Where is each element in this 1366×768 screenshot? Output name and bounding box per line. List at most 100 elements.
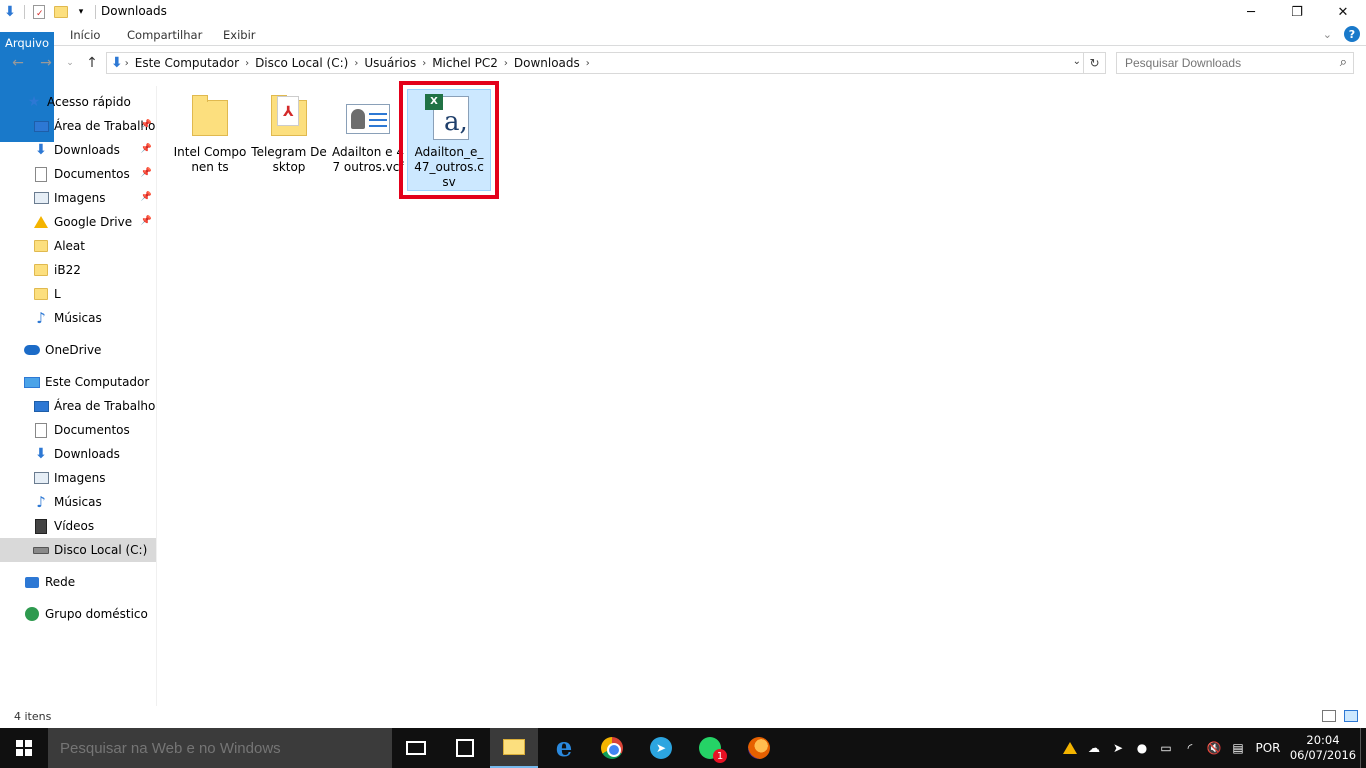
pin-icon[interactable]: 📌 xyxy=(141,192,152,202)
forward-button[interactable]: → xyxy=(38,55,54,71)
edge-icon: e xyxy=(555,733,573,763)
nav-item-rede[interactable]: Rede xyxy=(0,570,156,594)
taskbar-file-explorer[interactable] xyxy=(490,728,538,768)
battery-icon[interactable]: ▭ xyxy=(1154,728,1178,768)
help-icon[interactable]: ? xyxy=(1344,26,1360,42)
taskbar-edge[interactable]: e xyxy=(540,728,588,768)
tab-inicio[interactable]: Início xyxy=(70,24,100,46)
quick-access-toolbar: ⬇ ✓ ▾ xyxy=(0,0,102,24)
details-view-icon[interactable] xyxy=(1322,710,1336,722)
pin-icon[interactable]: 📌 xyxy=(141,120,152,130)
nav-item-pc-imagens[interactable]: Imagens xyxy=(0,466,156,490)
breadcrumb-michel-pc2[interactable]: Michel PC2 xyxy=(428,56,502,70)
taskbar-firefox[interactable] xyxy=(735,728,783,768)
file-item-folder[interactable]: ⅄ Telegram Desktop xyxy=(251,86,327,196)
ribbon-right-controls: ⌄ ? xyxy=(1323,26,1360,42)
nav-item-este-computador[interactable]: Este Computador xyxy=(0,370,156,394)
nav-item-downloads[interactable]: ⬇ Downloads 📌 xyxy=(0,138,156,162)
nav-item-google-drive[interactable]: Google Drive 📌 xyxy=(0,210,156,234)
breadcrumb-este-computador[interactable]: Este Computador xyxy=(131,56,243,70)
address-bar[interactable]: ⬇ › Este Computador › Disco Local (C:) ›… xyxy=(106,52,1106,74)
recent-locations-chevron-icon[interactable]: ⌄ xyxy=(62,55,78,71)
file-item-csv[interactable]: a, X Adailton_e_ 47_outros.c sv xyxy=(411,86,487,196)
nav-item-aleat[interactable]: Aleat xyxy=(0,234,156,258)
up-button[interactable]: ↑ xyxy=(84,55,100,71)
minimize-button[interactable]: ─ xyxy=(1228,0,1274,24)
app-tray-icon[interactable]: ● xyxy=(1130,728,1154,768)
address-history-chevron-icon[interactable]: ⌄ xyxy=(1073,56,1081,67)
taskbar-telegram[interactable]: ➤ xyxy=(637,728,685,768)
wifi-icon[interactable]: ◜ xyxy=(1178,728,1202,768)
keyboard-icon[interactable]: ▤ xyxy=(1226,728,1250,768)
store-icon xyxy=(456,739,474,757)
file-item-vcf[interactable]: Adailton e 47 outros.vcf xyxy=(330,86,406,196)
taskbar-whatsapp[interactable]: 1 xyxy=(686,728,734,768)
nav-item-pc-downloads[interactable]: ⬇ Downloads xyxy=(0,442,156,466)
nav-item-area-de-trabalho[interactable]: Área de Trabalho 📌 xyxy=(0,114,156,138)
large-icons-view-icon[interactable] xyxy=(1344,710,1358,722)
nav-item-pc-documentos[interactable]: Documentos xyxy=(0,418,156,442)
nav-item-ib22[interactable]: iB22 xyxy=(0,258,156,282)
download-arrow-icon[interactable]: ⬇ xyxy=(2,4,18,20)
nav-item-disco-local[interactable]: Disco Local (C:) xyxy=(0,538,156,562)
taskbar-search-input[interactable] xyxy=(48,728,392,768)
input-language[interactable]: POR xyxy=(1250,741,1286,755)
nav-item-acesso-rapido[interactable]: ★ Acesso rápido xyxy=(0,90,156,114)
show-desktop-button[interactable] xyxy=(1360,728,1366,768)
pin-icon[interactable]: 📌 xyxy=(141,144,152,154)
task-view-button[interactable] xyxy=(392,728,440,768)
search-icon[interactable]: ⌕ xyxy=(1340,55,1347,70)
refresh-icon[interactable]: ↻ xyxy=(1083,53,1105,73)
expand-ribbon-icon[interactable]: ⌄ xyxy=(1323,28,1332,41)
nav-item-grupo-domestico[interactable]: Grupo doméstico xyxy=(0,602,156,626)
breadcrumb-separator[interactable]: › xyxy=(502,58,510,69)
windows-logo-icon xyxy=(16,740,32,756)
download-arrow-icon: ⬇ xyxy=(111,55,123,71)
taskbar-chrome[interactable] xyxy=(588,728,636,768)
nav-item-onedrive[interactable]: OneDrive xyxy=(0,338,156,362)
nav-item-documentos[interactable]: Documentos 📌 xyxy=(0,162,156,186)
clock[interactable]: 20:04 06/07/2016 xyxy=(1286,733,1360,763)
address-row: ← → ⌄ ↑ ⬇ › Este Computador › Disco Loca… xyxy=(0,48,1366,78)
breadcrumb-separator[interactable]: › xyxy=(123,58,131,69)
taskbar-search[interactable] xyxy=(48,728,392,768)
nav-item-label: Acesso rápido xyxy=(47,95,131,109)
onedrive-tray-icon[interactable]: ☁ xyxy=(1082,728,1106,768)
close-button[interactable]: ✕ xyxy=(1320,0,1366,24)
nav-item-pc-area-de-trabalho[interactable]: Área de Trabalho xyxy=(0,394,156,418)
breadcrumb-usuarios[interactable]: Usuários xyxy=(360,56,420,70)
google-drive-tray-icon[interactable] xyxy=(1058,728,1082,768)
customize-toolbar-icon[interactable]: ▾ xyxy=(73,4,89,20)
file-explorer-icon xyxy=(503,739,525,755)
nav-item-imagens[interactable]: Imagens 📌 xyxy=(0,186,156,210)
telegram-tray-icon[interactable]: ➤ xyxy=(1106,728,1130,768)
pin-icon[interactable]: 📌 xyxy=(141,168,152,178)
new-folder-icon[interactable] xyxy=(53,4,69,20)
breadcrumb-separator[interactable]: › xyxy=(243,58,251,69)
pin-icon[interactable]: 📌 xyxy=(141,216,152,226)
breadcrumb-separator[interactable]: › xyxy=(352,58,360,69)
restore-button[interactable]: ❐ xyxy=(1274,0,1320,24)
volume-muted-icon[interactable]: 🔇 xyxy=(1202,728,1226,768)
properties-icon[interactable]: ✓ xyxy=(31,4,47,20)
nav-item-musicas[interactable]: ♪ Músicas xyxy=(0,306,156,330)
file-item-folder[interactable]: Intel Componen ts xyxy=(172,86,248,196)
nav-item-l[interactable]: L xyxy=(0,282,156,306)
breadcrumb-disco-local[interactable]: Disco Local (C:) xyxy=(251,56,352,70)
file-name: Adailton e 47 outros.vcf xyxy=(332,145,404,174)
start-button[interactable] xyxy=(0,728,48,768)
nav-item-label: Imagens xyxy=(54,471,106,485)
nav-item-pc-videos[interactable]: Vídeos xyxy=(0,514,156,538)
tab-compartilhar[interactable]: Compartilhar xyxy=(127,24,202,46)
taskbar-store[interactable] xyxy=(441,728,489,768)
search-box[interactable]: ⌕ xyxy=(1116,52,1354,74)
breadcrumb-downloads[interactable]: Downloads xyxy=(510,56,584,70)
back-button[interactable]: ← xyxy=(10,55,26,71)
search-input[interactable] xyxy=(1117,53,1327,73)
nav-item-pc-musicas[interactable]: ♪ Músicas xyxy=(0,490,156,514)
breadcrumb-separator[interactable]: › xyxy=(584,58,592,69)
clock-date: 06/07/2016 xyxy=(1289,748,1357,762)
breadcrumb-separator[interactable]: › xyxy=(420,58,428,69)
navigation-pane: ★ Acesso rápido Área de Trabalho 📌 ⬇ Dow… xyxy=(0,86,157,706)
tab-exibir[interactable]: Exibir xyxy=(223,24,256,46)
